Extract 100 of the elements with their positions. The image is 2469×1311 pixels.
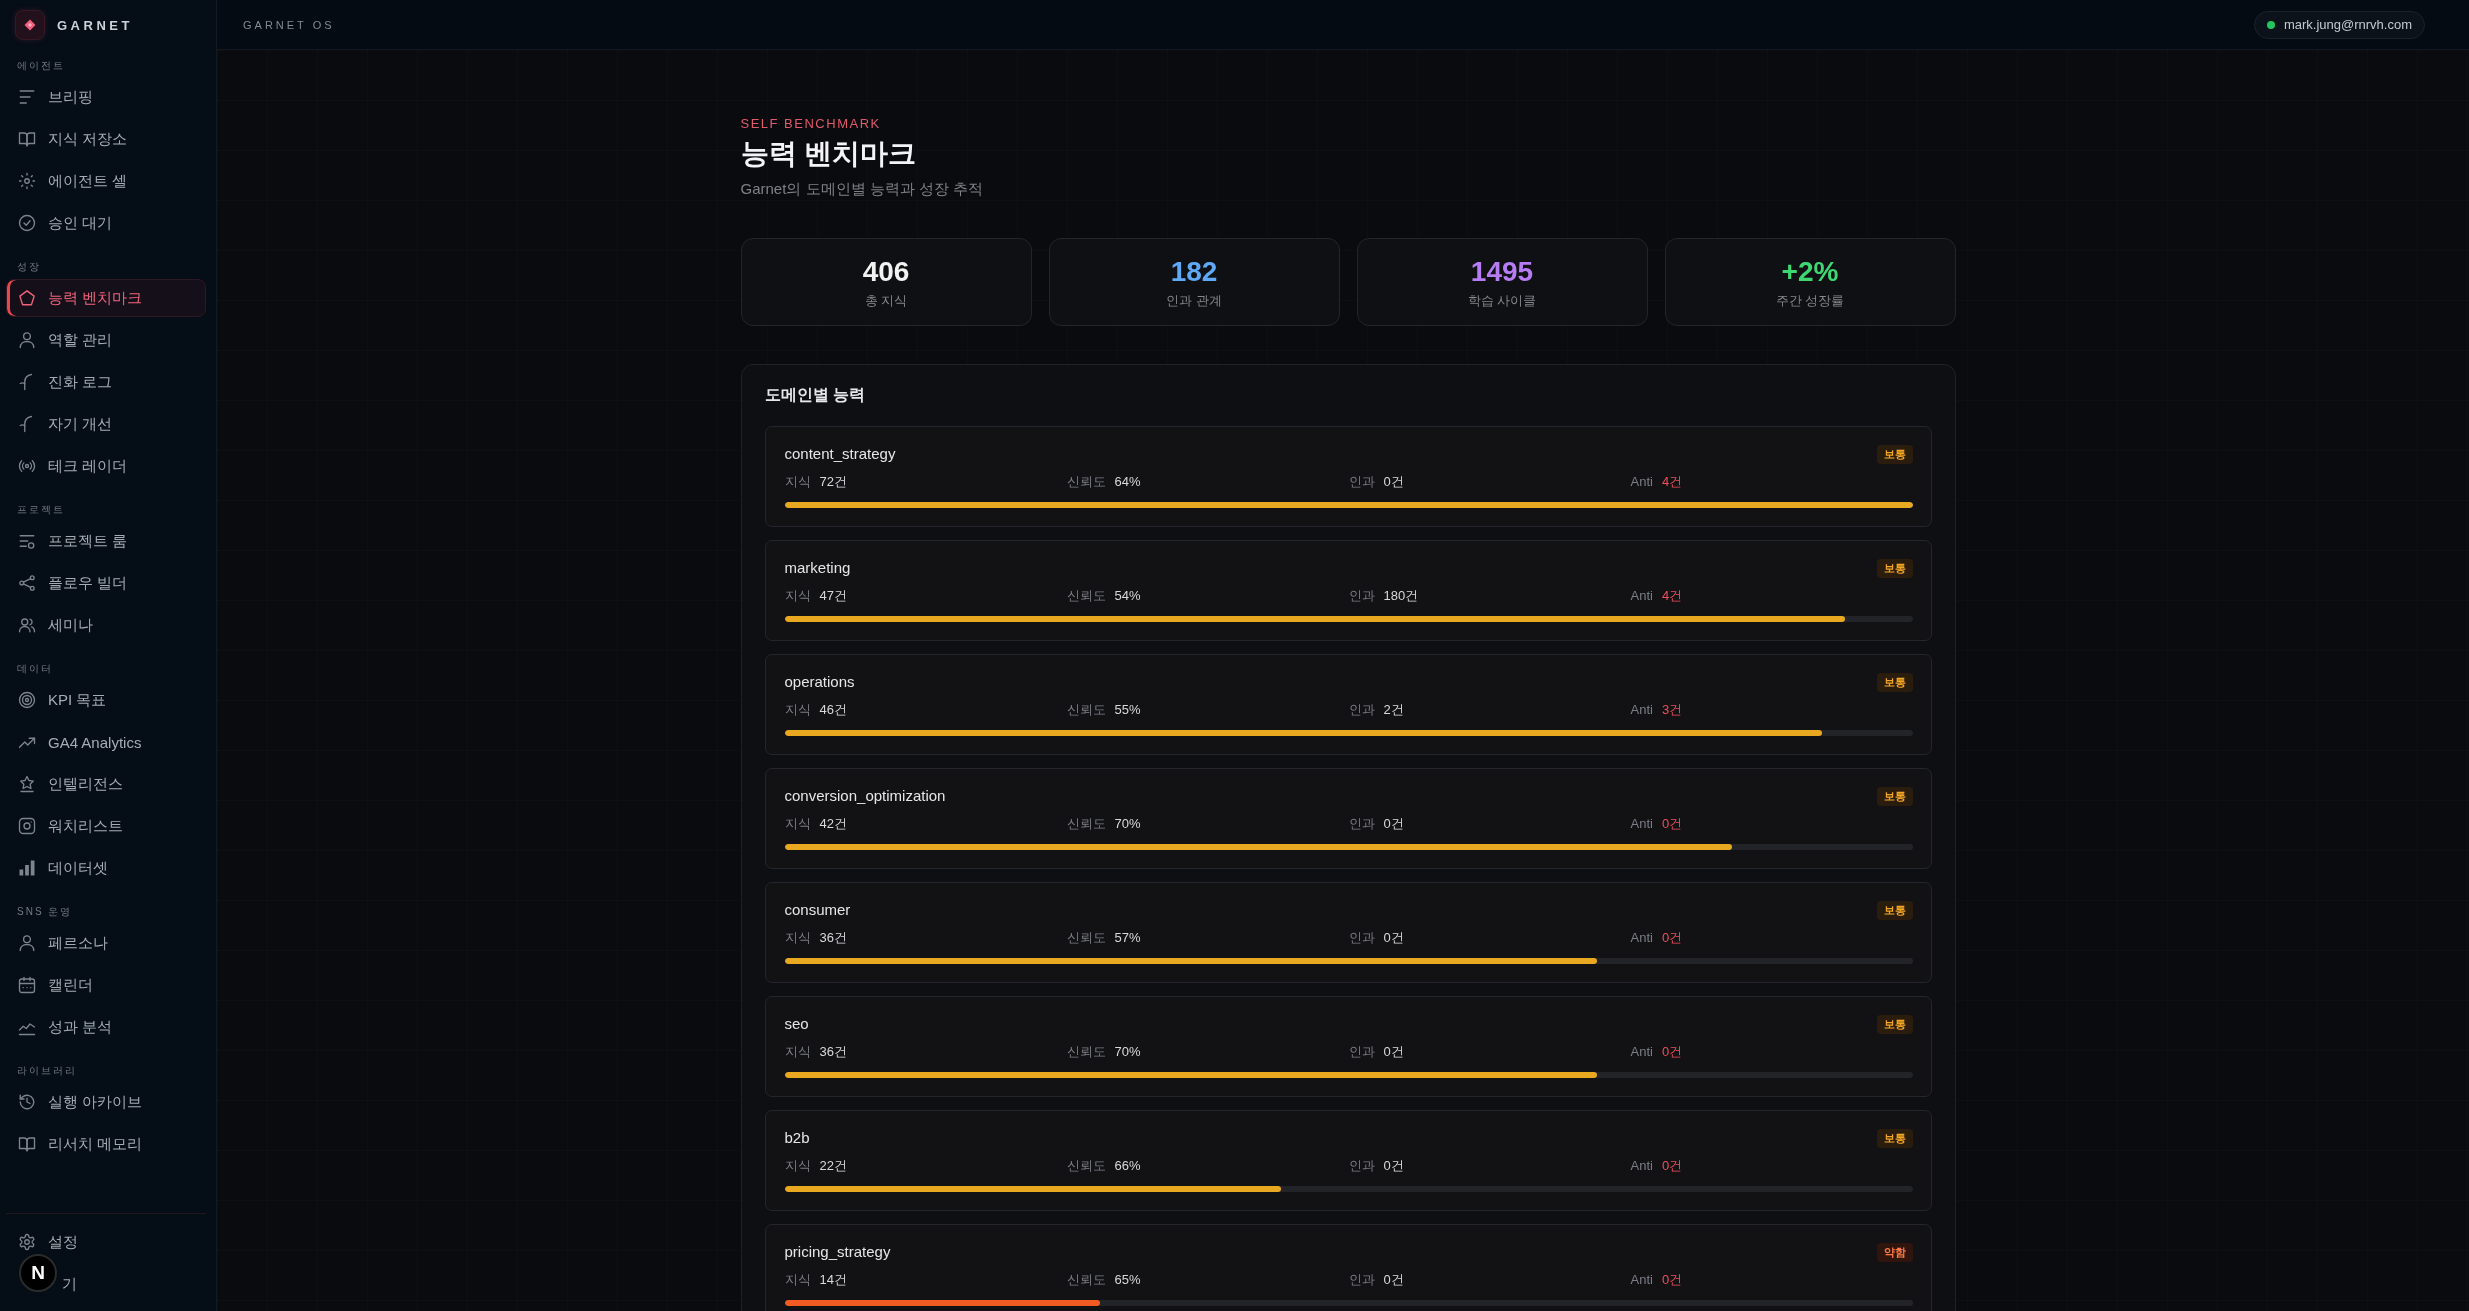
metric-value: 0건 (1383, 1043, 1404, 1061)
sidebar-item[interactable]: 세미나 (6, 606, 206, 644)
section-title: 에이전트 (16, 60, 66, 72)
metric-label: 인과 (1348, 473, 1375, 491)
domain-name: content_strategy (784, 444, 896, 464)
history-icon (18, 1093, 36, 1111)
page-title: 능력 벤치마크 (740, 137, 918, 171)
page-subtitle: Garnet의 도메인별 능력과 성장 추적 (740, 179, 985, 199)
sidebar-item[interactable]: 에이전트 셀 (6, 162, 206, 200)
sidebar-item[interactable]: 워치리스트 (6, 807, 206, 845)
metric-label: 신뢰도 (1066, 1157, 1106, 1175)
metric-value: 36건 (819, 929, 847, 947)
metric-label: 인과 (1348, 1043, 1375, 1061)
metric-value: 54% (1114, 587, 1141, 605)
metric-value: 0건 (1383, 929, 1404, 947)
grade-badge: 약함 (1876, 1242, 1913, 1262)
page-eyebrow: SELF BENCHMARK (740, 116, 882, 132)
metric-value: 70% (1114, 1043, 1141, 1061)
sidebar-item[interactable]: 캘린더 (6, 966, 206, 1004)
bar-chart-icon (18, 859, 36, 877)
stat-value: +2% (1781, 255, 1839, 288)
metric-label: 인과 (1348, 929, 1375, 947)
metric-value: 0건 (1661, 1043, 1683, 1061)
sidebar-item[interactable]: 실행 아카이브 (6, 1083, 206, 1121)
metric-value: 0건 (1661, 1271, 1683, 1289)
sidebar-item[interactable]: KPI 목표 (6, 681, 206, 719)
metric-value: 0건 (1383, 473, 1404, 491)
metric-value: 3건 (1661, 701, 1683, 719)
sidebar-item[interactable]: 플로우 빌더 (6, 564, 206, 602)
metric-value: 64% (1114, 473, 1141, 491)
metric-label: 신뢰도 (1066, 929, 1106, 947)
metric-value: 0건 (1661, 929, 1683, 947)
metric-value: 46건 (819, 701, 847, 719)
metric-label: 지식 (784, 701, 811, 719)
user-chip[interactable]: mark.jung@rnrvh.com (2253, 10, 2425, 39)
sidebar-item[interactable]: 데이터셋 (6, 849, 206, 887)
metric-value: 36건 (819, 1043, 847, 1061)
metric-value: 66% (1114, 1157, 1141, 1175)
metric-value: 4건 (1661, 473, 1683, 491)
sidebar-item[interactable]: 능력 벤치마크 (6, 279, 206, 317)
section-title: 성장 (16, 261, 42, 273)
metric-label: 신뢰도 (1066, 701, 1106, 719)
sidebar-item[interactable]: 자기 개선 (6, 405, 206, 443)
section-title: 프로젝트 (16, 504, 66, 516)
sidebar-item[interactable]: 승인 대기 (6, 204, 206, 242)
brand-name: GARNET (57, 17, 133, 33)
sidebar-item[interactable]: 진화 로그 (6, 363, 206, 401)
list-icon (18, 532, 36, 550)
metric-label: 인과 (1348, 701, 1375, 719)
metric-label: Anti (1630, 929, 1653, 947)
sidebar-item[interactable]: 성과 분석 (6, 1008, 206, 1046)
metric-label: Anti (1630, 701, 1653, 719)
metric-value: 42건 (819, 815, 847, 833)
stat-label: 총 지식 (864, 292, 908, 309)
grade-badge: 보통 (1876, 444, 1913, 464)
metric-label: 신뢰도 (1066, 1271, 1106, 1289)
stat-value: 406 (862, 255, 910, 288)
metric-label: Anti (1630, 587, 1653, 605)
calendar-icon (18, 976, 36, 994)
metric-value: 2건 (1383, 701, 1404, 719)
metric-value: 0건 (1661, 1157, 1683, 1175)
stat-label: 주간 성장률 (1775, 292, 1845, 309)
users-icon (18, 616, 36, 634)
app-title: GARNET OS (243, 18, 335, 31)
metric-value: 65% (1114, 1271, 1141, 1289)
user-icon (18, 331, 36, 349)
check-circle-icon (18, 214, 36, 232)
metric-label: 지식 (784, 587, 811, 605)
metric-label: 지식 (784, 1157, 811, 1175)
metric-value: 0건 (1661, 815, 1683, 833)
metric-label: 지식 (784, 929, 811, 947)
metric-label: 신뢰도 (1066, 1043, 1106, 1061)
stat-label: 학습 사이클 (1467, 292, 1537, 309)
sidebar-item[interactable]: 프로젝트 룸 (6, 522, 206, 560)
metric-value: 0건 (1383, 1157, 1404, 1175)
sidebar-item[interactable]: 인텔리전스 (6, 765, 206, 803)
panel-title: 도메인별 능력 (764, 385, 866, 405)
metric-value: 180건 (1383, 587, 1419, 605)
metric-label: Anti (1630, 1271, 1653, 1289)
sidebar-item[interactable]: 지식 저장소 (6, 120, 206, 158)
section-title: SNS 운영 (16, 906, 74, 918)
sidebar-item[interactable]: 페르소나 (6, 924, 206, 962)
domain-name: seo (784, 1014, 809, 1034)
metric-value: 55% (1114, 701, 1141, 719)
sidebar-item[interactable]: 역할 관리 (6, 321, 206, 359)
metric-value: 72건 (819, 473, 847, 491)
domain-name: consumer (784, 900, 851, 920)
sidebar-item[interactable]: 테크 레이더 (6, 447, 206, 485)
sidebar-item[interactable]: GA4 Analytics (6, 723, 206, 761)
metric-label: 신뢰도 (1066, 473, 1106, 491)
sidebar-item[interactable]: 브리핑 (6, 78, 206, 116)
grade-badge: 보통 (1876, 558, 1913, 578)
domain-name: pricing_strategy (784, 1242, 891, 1262)
star-icon (18, 775, 36, 793)
metric-label: 신뢰도 (1066, 815, 1106, 833)
diamond-icon (15, 10, 45, 40)
grade-badge: 보통 (1876, 786, 1913, 806)
metric-value: 22건 (819, 1157, 847, 1175)
sidebar-item[interactable]: 리서치 메모리 (6, 1125, 206, 1163)
section-title: 라이브러리 (16, 1065, 78, 1077)
